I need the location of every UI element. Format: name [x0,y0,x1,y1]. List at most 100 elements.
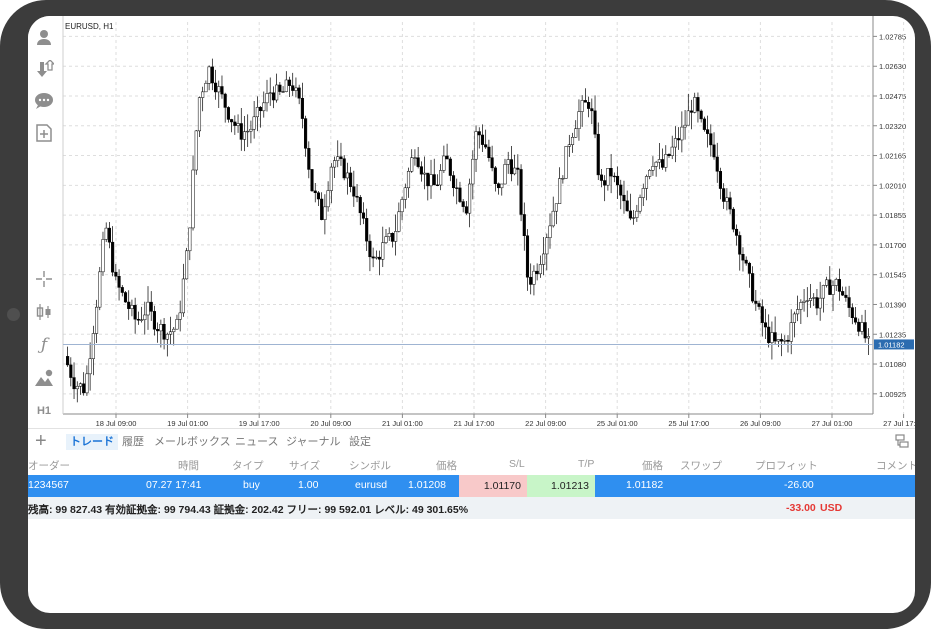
candle [326,190,330,208]
candle [667,154,671,156]
candle [818,297,822,309]
candle [522,214,526,236]
candle [278,84,282,92]
candle [783,339,787,342]
tab-settings[interactable]: 設定 [345,434,375,450]
header-order: オーダー [28,460,70,472]
new-order-icon[interactable] [33,122,55,144]
candle [239,123,243,140]
candle [751,273,755,302]
tab-trade[interactable]: トレード [66,434,118,450]
candle [497,183,501,189]
candle [661,159,665,168]
candle [802,300,806,303]
price-label: 1.01700 [879,241,906,250]
candle [143,314,147,321]
candle [107,227,111,243]
candle [300,97,304,119]
trade-transfer-icon[interactable] [33,58,55,80]
candle [294,87,298,91]
candle [490,157,494,169]
candle [580,100,584,112]
candle [413,157,417,159]
candle [213,82,218,93]
candle [474,131,478,160]
candle [734,228,739,236]
cell-size: 1.00 [298,479,319,491]
candle [808,298,813,301]
candle [815,297,819,309]
candle [197,97,202,132]
candle [371,256,375,259]
candle [95,306,99,334]
indicator-icon[interactable]: ƒ [33,334,55,356]
candle [831,285,835,295]
time-label: 25 Jul 01:00 [597,419,638,426]
tablet-frame: ƒ H1 1.02785 1.02630 1.02475 1.02320 1.02165… [0,0,931,629]
layout-icon[interactable] [895,434,909,448]
header-symbol: シンボル [349,460,391,472]
tab-history[interactable]: 履歴 [118,434,148,450]
candle [265,93,269,104]
candle [284,79,288,92]
candle [722,188,726,202]
candle [525,235,530,278]
candle [786,339,790,342]
price-label: 1.01235 [879,330,906,339]
candle [191,169,195,229]
position-row[interactable]: 1234567 07.27 17:41 buy 1.00 eurusd 1.01… [28,475,915,497]
candle [484,144,488,148]
candle [760,306,764,323]
candle [410,157,414,172]
price-label: 1.02165 [879,152,906,161]
candles-icon[interactable] [33,301,55,323]
candle [275,84,279,101]
candle [432,174,436,186]
crosshair-icon[interactable] [33,268,55,290]
candle [487,146,491,158]
candle [680,126,684,141]
candle [812,297,816,299]
price-chart[interactable]: 1.02785 1.02630 1.02475 1.02320 1.02165 1.020… [61,16,915,426]
candle [329,166,333,191]
cell-tp[interactable]: 1.01213 [527,475,595,497]
candle [185,250,189,280]
candle [165,333,169,340]
time-label: 21 Jul 17:00 [454,419,495,426]
candle [863,322,867,339]
candle [281,91,285,93]
objects-icon[interactable] [33,367,55,389]
add-icon[interactable]: + [35,431,47,451]
candle [361,212,366,219]
header-sl: S/L [509,458,525,470]
candle [535,270,539,275]
header-tp: T/P [578,458,595,470]
account-icon[interactable] [33,26,55,48]
candle [860,322,864,332]
candle [98,271,102,308]
cell-sl[interactable]: 1.01170 [459,475,527,497]
chat-icon[interactable] [33,90,55,112]
candle [297,87,301,99]
candle [857,321,861,332]
candle [162,324,166,340]
candle [561,178,565,180]
time-label: 20 Jul 09:00 [310,419,351,426]
header-size: サイズ [289,460,321,472]
candle [114,271,118,277]
candle [435,184,439,186]
tab-mailbox[interactable]: メールボックス [150,434,235,450]
candle [738,235,742,255]
candle [387,233,391,237]
candle [323,206,327,220]
header-swap: スワップ [680,460,722,472]
candle [271,92,275,101]
candle [551,210,555,227]
tab-news[interactable]: ニュース [231,434,282,450]
candle [178,312,182,320]
candle [702,118,706,130]
timeframe-label[interactable]: H1 [33,400,55,422]
tab-journal[interactable]: ジャーナル [282,434,344,450]
candle [841,291,845,296]
time-label: 25 Jul 17:00 [668,419,709,426]
